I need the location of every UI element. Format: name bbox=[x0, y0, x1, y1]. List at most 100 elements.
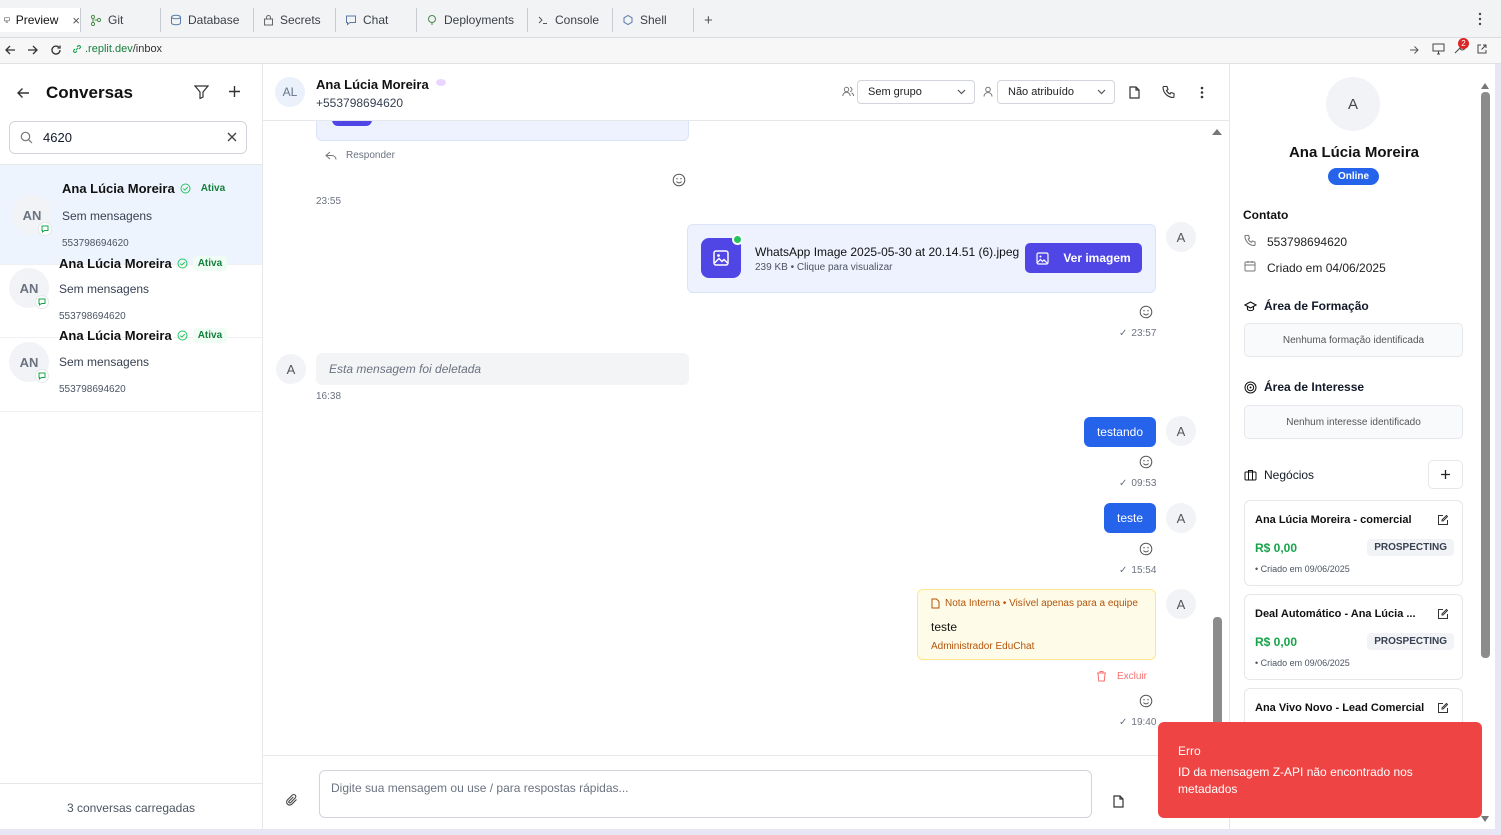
more-vertical-icon[interactable] bbox=[1478, 12, 1482, 26]
whatsapp-channel-icon bbox=[38, 222, 52, 236]
add-deal-button[interactable] bbox=[1428, 460, 1463, 489]
tab-deployments[interactable]: Deployments bbox=[422, 8, 514, 32]
contact-name: Ana Lúcia Moreira bbox=[1288, 144, 1420, 161]
conversation-item[interactable]: AN Ana Lúcia Moreira Ativa Sem mensagens… bbox=[0, 165, 262, 265]
scroll-up-icon[interactable] bbox=[1480, 82, 1490, 90]
deal-card[interactable]: Ana Lúcia Moreira - comercial R$ 0,00 PR… bbox=[1244, 500, 1463, 586]
back-arrow-icon[interactable] bbox=[4, 44, 16, 56]
conversation-item[interactable]: AN Ana Lúcia Moreira Ativa Sem mensagens… bbox=[0, 328, 262, 412]
graduation-cap-icon bbox=[1244, 300, 1257, 311]
console-icon bbox=[538, 16, 547, 24]
delete-note-button[interactable]: Excluir bbox=[1096, 670, 1147, 682]
toast-title: Erro bbox=[1178, 744, 1201, 758]
error-toast[interactable]: Erro ID da mensagem Z-API não encontrado… bbox=[1158, 722, 1482, 818]
assignee-select-value: Não atribuído bbox=[1008, 86, 1075, 98]
back-arrow-icon[interactable] bbox=[16, 86, 30, 100]
conversations-count: 3 conversas carregadas bbox=[66, 801, 196, 815]
deal-card[interactable]: Deal Automático - Ana Lúcia ... R$ 0,00 … bbox=[1244, 594, 1463, 680]
sender-avatar: A bbox=[1166, 416, 1196, 446]
filter-icon[interactable] bbox=[194, 85, 209, 99]
phone-icon[interactable] bbox=[1162, 85, 1175, 98]
message-input[interactable]: Digite sua mensagem ou use / para respos… bbox=[319, 770, 1092, 818]
message-time: 15:54 bbox=[1131, 565, 1157, 576]
contact-details-panel: A Ana Lúcia Moreira Online Contato 55379… bbox=[1229, 64, 1495, 830]
check-icon: ✓ bbox=[1119, 328, 1128, 339]
sender-avatar: A bbox=[1166, 503, 1196, 533]
check-circle-icon bbox=[177, 258, 188, 269]
refresh-icon[interactable] bbox=[50, 44, 62, 56]
previous-attachment-card bbox=[316, 121, 689, 141]
plus-icon bbox=[229, 86, 240, 97]
devices-icon[interactable] bbox=[1432, 43, 1445, 55]
tab-preview[interactable]: Preview × bbox=[0, 8, 80, 32]
tab-label: Git bbox=[108, 13, 124, 27]
briefcase-icon bbox=[1244, 470, 1257, 481]
forward-arrow-icon[interactable] bbox=[27, 44, 39, 56]
emoji-icon[interactable] bbox=[1139, 305, 1153, 319]
message-time-row: ✓ 19:40 bbox=[1119, 717, 1156, 728]
view-image-label: Ver imagem bbox=[1063, 251, 1131, 265]
edit-icon[interactable] bbox=[1437, 608, 1449, 620]
deal-stage-badge: PROSPECTING bbox=[1367, 633, 1454, 650]
status-badge: Ativa bbox=[200, 183, 226, 194]
conversations-sidebar: Conversas 4620 AN Ana Lúcia Moreira Ativ… bbox=[0, 64, 263, 830]
more-vertical-icon[interactable] bbox=[1200, 86, 1204, 99]
edit-icon[interactable] bbox=[1437, 514, 1449, 526]
note-header: Nota Interna • Visível apenas para a equ… bbox=[931, 598, 1138, 609]
tab-label: Deployments bbox=[444, 13, 515, 27]
paperclip-icon[interactable] bbox=[285, 793, 299, 807]
target-icon bbox=[1244, 381, 1257, 393]
scrollbar-thumb[interactable] bbox=[1481, 92, 1490, 658]
note-author: Administrador EduChat bbox=[931, 641, 1035, 652]
url-host: .replit.dev bbox=[85, 43, 133, 55]
link-icon bbox=[73, 45, 81, 53]
chevron-down-icon bbox=[1097, 89, 1106, 95]
document-icon bbox=[931, 598, 940, 609]
status-badge: Ativa bbox=[192, 328, 228, 343]
scroll-up-icon[interactable] bbox=[1211, 128, 1223, 136]
tab-git[interactable]: Git bbox=[86, 8, 123, 32]
document-icon[interactable] bbox=[1129, 86, 1140, 99]
conversation-phone: 553798694620 bbox=[59, 311, 126, 322]
replit-tab-bar: Preview × Git Database Secrets Chat Depl… bbox=[0, 0, 1501, 38]
user-icon bbox=[983, 86, 993, 97]
scroll-down-icon[interactable] bbox=[1480, 815, 1490, 823]
deploy-icon bbox=[428, 15, 436, 25]
assignee-select[interactable]: Não atribuído bbox=[997, 80, 1115, 104]
url-field[interactable]: .replit.dev/inbox bbox=[72, 43, 162, 55]
document-icon[interactable] bbox=[1113, 795, 1124, 808]
emoji-icon[interactable] bbox=[1139, 455, 1153, 469]
tab-secrets[interactable]: Secrets bbox=[259, 8, 321, 32]
clear-search-icon[interactable] bbox=[227, 132, 237, 142]
new-tab-button[interactable]: + bbox=[700, 8, 713, 32]
tab-console[interactable]: Console bbox=[533, 8, 599, 32]
conversation-name: Ana Lúcia Moreira bbox=[59, 256, 172, 271]
search-input[interactable]: 4620 bbox=[9, 121, 247, 154]
created-date: Criado em 04/06/2025 bbox=[1267, 261, 1386, 275]
emoji-icon[interactable] bbox=[672, 173, 686, 187]
image-attachment-message[interactable]: WhatsApp Image 2025-05-30 at 20.14.51 (6… bbox=[687, 224, 1156, 293]
go-arrow-icon[interactable] bbox=[1409, 45, 1419, 55]
tab-chat[interactable]: Chat bbox=[341, 8, 388, 32]
conversation-name: Ana Lúcia Moreira bbox=[59, 328, 172, 343]
emoji-icon[interactable] bbox=[1139, 542, 1153, 556]
add-conversation-button[interactable] bbox=[228, 85, 241, 98]
search-value: 4620 bbox=[43, 130, 72, 145]
group-select-value: Sem grupo bbox=[868, 86, 922, 98]
view-image-button[interactable]: Ver imagem bbox=[1025, 243, 1142, 273]
section-title: Negócios bbox=[1264, 468, 1315, 482]
external-link-icon[interactable] bbox=[1476, 43, 1488, 55]
toast-message: ID da mensagem Z-API não encontrado nos … bbox=[1178, 765, 1413, 796]
edit-icon[interactable] bbox=[1437, 702, 1449, 714]
close-icon[interactable]: × bbox=[72, 13, 80, 28]
shell-icon bbox=[623, 14, 633, 26]
message-time: 09:53 bbox=[1131, 478, 1157, 489]
reply-link[interactable]: Responder bbox=[325, 150, 395, 161]
contact-phone: 553798694620 bbox=[1267, 235, 1348, 249]
group-select[interactable]: Sem grupo bbox=[857, 80, 975, 104]
emoji-icon[interactable] bbox=[1139, 694, 1153, 708]
section-title: Área de Interesse bbox=[1264, 380, 1365, 394]
tab-shell[interactable]: Shell bbox=[618, 8, 667, 32]
tab-database[interactable]: Database bbox=[166, 8, 239, 32]
conversation-preview: Sem mensagens bbox=[62, 209, 153, 223]
